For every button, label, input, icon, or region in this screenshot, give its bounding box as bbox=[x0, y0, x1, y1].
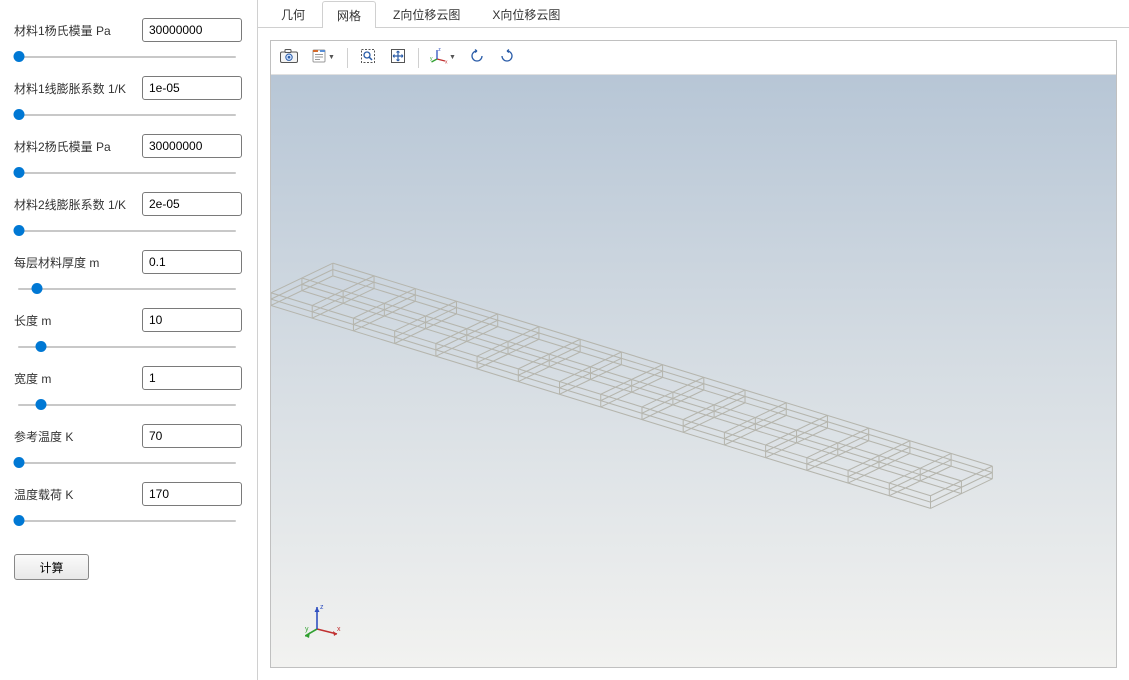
param-label: 参考温度 K bbox=[14, 428, 134, 445]
calculate-button[interactable]: 计算 bbox=[14, 554, 89, 580]
param-label: 材料1杨氏模量 Pa bbox=[14, 22, 134, 39]
param-group: 长度 m bbox=[14, 308, 243, 356]
param-input[interactable] bbox=[142, 192, 242, 216]
param-group: 材料2杨氏模量 Pa bbox=[14, 134, 243, 182]
3d-viewport[interactable]: x y z bbox=[271, 75, 1116, 667]
svg-text:x: x bbox=[445, 60, 448, 65]
rotate-cw-icon bbox=[499, 48, 515, 67]
param-slider[interactable] bbox=[14, 338, 240, 356]
viewer-toolbar: ▼ bbox=[271, 41, 1116, 75]
param-label: 材料2杨氏模量 Pa bbox=[14, 138, 134, 155]
axis-triad: x y z bbox=[305, 599, 345, 639]
zoom-box-button[interactable] bbox=[354, 44, 382, 72]
chevron-down-icon: ▼ bbox=[328, 54, 335, 61]
param-group: 材料1杨氏模量 Pa bbox=[14, 18, 243, 66]
tab[interactable]: 网格 bbox=[322, 1, 376, 28]
param-label: 宽度 m bbox=[14, 370, 134, 387]
svg-text:y: y bbox=[305, 626, 309, 633]
sidebar-panel: 材料1杨氏模量 Pa 材料1线膨胀系数 1/K 材料2杨氏模量 Pa 材料2线膨… bbox=[0, 0, 258, 680]
param-slider[interactable] bbox=[14, 222, 240, 240]
print-button[interactable]: ▼ bbox=[305, 44, 341, 72]
param-slider[interactable] bbox=[14, 454, 240, 472]
rotate-ccw-button[interactable] bbox=[463, 44, 491, 72]
param-label: 材料2线膨胀系数 1/K bbox=[14, 196, 134, 213]
svg-text:x: x bbox=[337, 626, 341, 633]
tab[interactable]: Z向位移云图 bbox=[378, 0, 475, 27]
svg-text:z: z bbox=[438, 48, 441, 53]
param-group: 温度载荷 K bbox=[14, 482, 243, 530]
param-slider[interactable] bbox=[14, 396, 240, 414]
param-label: 材料1线膨胀系数 1/K bbox=[14, 80, 134, 97]
param-input[interactable] bbox=[142, 250, 242, 274]
tab[interactable]: X向位移云图 bbox=[477, 0, 575, 27]
zoom-extents-icon bbox=[390, 48, 406, 67]
param-slider[interactable] bbox=[14, 106, 240, 124]
xyz-view-icon: x y z bbox=[430, 48, 448, 67]
viewer-frame: ▼ bbox=[270, 40, 1117, 668]
rotate-cw-button[interactable] bbox=[493, 44, 521, 72]
rotate-ccw-icon bbox=[469, 48, 485, 67]
screenshot-button[interactable] bbox=[275, 44, 303, 72]
svg-text:z: z bbox=[320, 604, 324, 611]
param-label: 每层材料厚度 m bbox=[14, 254, 134, 271]
param-input[interactable] bbox=[142, 482, 242, 506]
tab[interactable]: 几何 bbox=[266, 0, 320, 27]
param-input[interactable] bbox=[142, 134, 242, 158]
zoom-extents-button[interactable] bbox=[384, 44, 412, 72]
param-group: 材料2线膨胀系数 1/K bbox=[14, 192, 243, 240]
mesh-wireframe bbox=[271, 75, 1116, 667]
toolbar-separator bbox=[347, 48, 348, 68]
param-input[interactable] bbox=[142, 18, 242, 42]
zoom-box-icon bbox=[360, 48, 376, 67]
camera-icon bbox=[280, 49, 298, 66]
param-input[interactable] bbox=[142, 76, 242, 100]
param-input[interactable] bbox=[142, 366, 242, 390]
param-slider[interactable] bbox=[14, 164, 240, 182]
param-group: 每层材料厚度 m bbox=[14, 250, 243, 298]
param-input[interactable] bbox=[142, 424, 242, 448]
param-group: 参考温度 K bbox=[14, 424, 243, 472]
chevron-down-icon: ▼ bbox=[449, 54, 456, 61]
param-label: 长度 m bbox=[14, 312, 134, 329]
viewer-container: ▼ bbox=[258, 28, 1129, 680]
tabs-bar: 几何网格Z向位移云图X向位移云图 bbox=[258, 0, 1129, 28]
param-slider[interactable] bbox=[14, 280, 240, 298]
param-group: 宽度 m bbox=[14, 366, 243, 414]
param-slider[interactable] bbox=[14, 48, 240, 66]
param-input[interactable] bbox=[142, 308, 242, 332]
param-slider[interactable] bbox=[14, 512, 240, 530]
default-view-button[interactable]: x y z ▼ bbox=[425, 44, 461, 72]
param-label: 温度载荷 K bbox=[14, 486, 134, 503]
param-group: 材料1线膨胀系数 1/K bbox=[14, 76, 243, 124]
toolbar-separator bbox=[418, 48, 419, 68]
print-icon bbox=[311, 48, 327, 67]
main-area: 几何网格Z向位移云图X向位移云图 bbox=[258, 0, 1129, 680]
